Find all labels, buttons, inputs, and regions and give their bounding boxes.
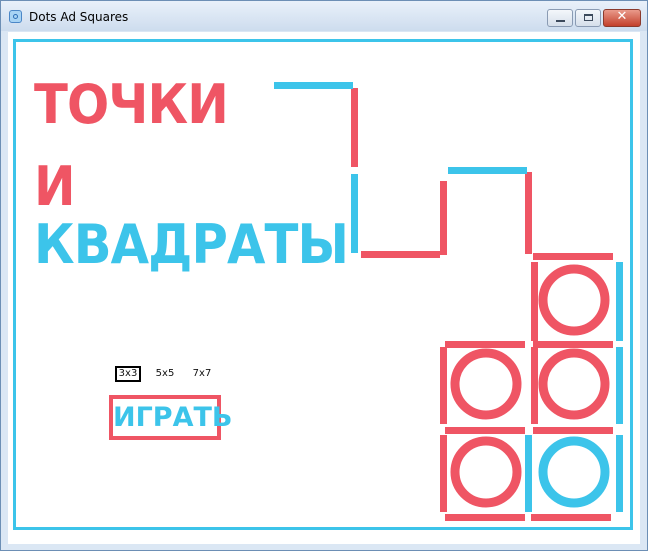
close-button[interactable]: ✕ <box>603 9 641 27</box>
game-canvas[interactable]: ТОЧКИ И КВАДРАТЫ 3x3 5x5 7x7 ИГРАТЬ <box>8 32 640 544</box>
art-circle <box>450 348 522 420</box>
art-line <box>351 174 358 253</box>
decorative-board-art <box>274 82 623 521</box>
play-button[interactable]: ИГРАТЬ <box>109 395 232 440</box>
art-circle <box>538 264 610 336</box>
art-line <box>531 347 538 424</box>
art-line <box>274 82 353 89</box>
grid-size-7x7-button[interactable]: 7x7 <box>189 366 215 382</box>
art-line <box>616 347 623 424</box>
grid-size-5x5-button[interactable]: 5x5 <box>152 366 178 382</box>
grid-size-3x3-button[interactable]: 3x3 <box>115 366 141 382</box>
app-icon <box>9 10 22 23</box>
art-line <box>440 181 447 255</box>
title-bar[interactable]: Dots Ad Squares ✕ <box>1 1 647 31</box>
art-line <box>533 253 613 260</box>
art-line <box>533 341 613 348</box>
art-circle <box>538 436 610 508</box>
art-line <box>445 427 525 434</box>
art-line <box>440 435 447 512</box>
art-line <box>525 172 532 254</box>
maximize-icon <box>584 14 593 21</box>
art-line <box>445 341 525 348</box>
art-line <box>440 347 447 424</box>
minimize-button[interactable] <box>547 9 573 27</box>
app-window: Dots Ad Squares ✕ ТОЧКИ И КВАДРАТЫ 3x3 5… <box>0 0 648 551</box>
maximize-button[interactable] <box>575 9 601 27</box>
art-circle <box>450 436 522 508</box>
art-line <box>525 435 532 512</box>
art-circle <box>538 348 610 420</box>
art-line <box>531 514 611 521</box>
art-line <box>616 435 623 512</box>
art-line <box>533 427 613 434</box>
art-line <box>351 88 358 167</box>
close-icon: ✕ <box>616 9 628 24</box>
art-line <box>616 262 623 341</box>
minimize-icon <box>556 20 565 22</box>
art-line <box>445 514 525 521</box>
art-line <box>448 167 527 174</box>
art-line <box>361 251 440 258</box>
art-line <box>531 262 538 341</box>
window-title: Dots Ad Squares <box>29 10 129 24</box>
